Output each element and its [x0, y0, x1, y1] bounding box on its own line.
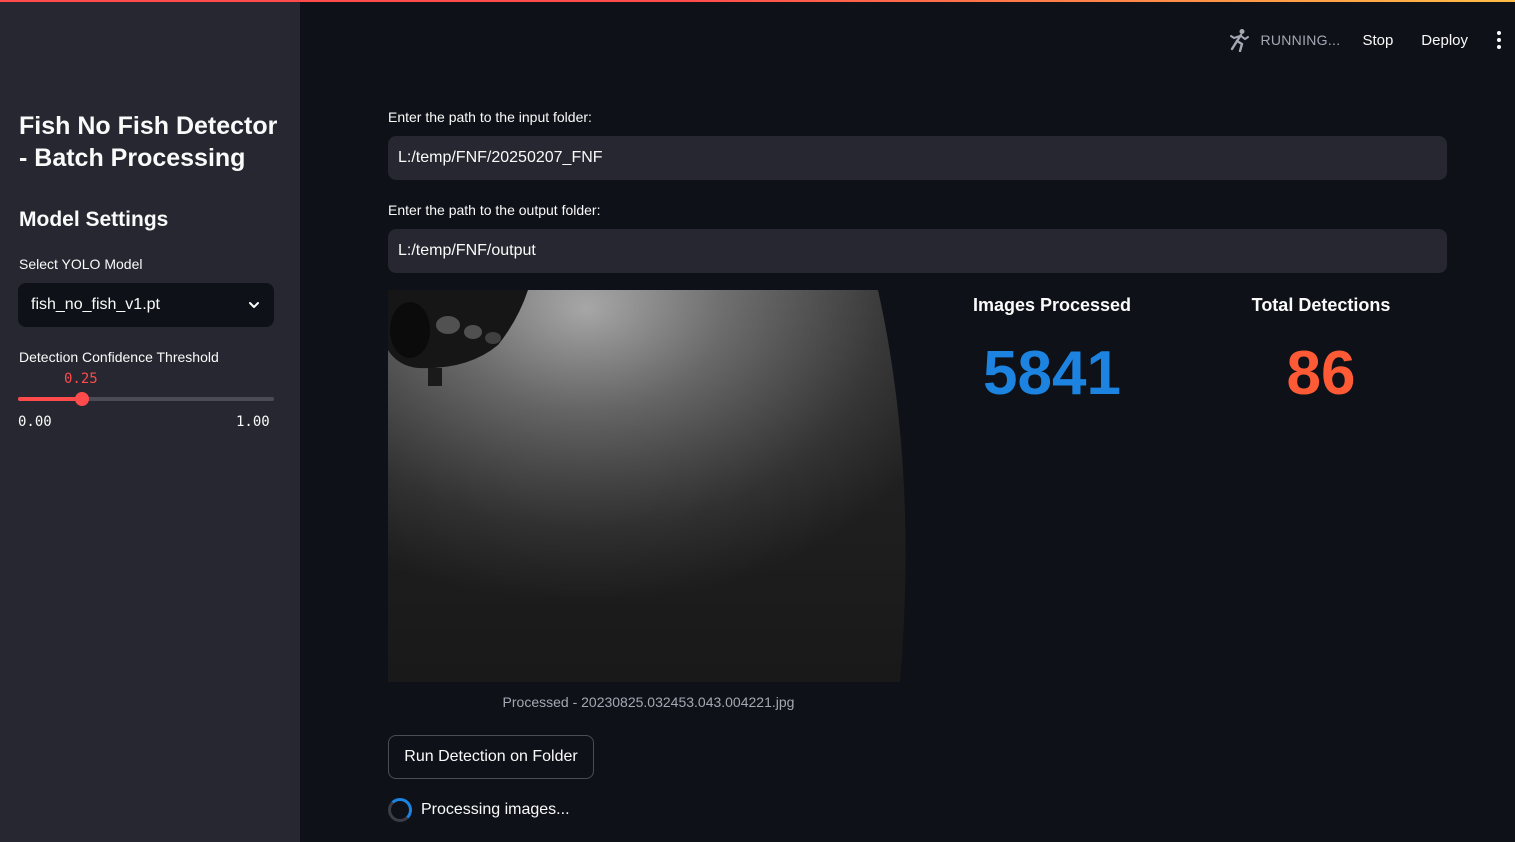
run-detection-button[interactable]: Run Detection on Folder — [388, 735, 594, 779]
confidence-slider[interactable] — [18, 392, 274, 406]
output-folder-label: Enter the path to the output folder: — [388, 202, 601, 218]
toolbar: RUNNING... Stop Deploy — [1228, 28, 1515, 52]
image-caption: Processed - 20230825.032453.043.004221.j… — [502, 694, 795, 710]
input-folder-field[interactable] — [388, 136, 1447, 180]
slider-max-label: 1.00 — [236, 414, 270, 430]
running-status-text: RUNNING... — [1260, 32, 1341, 48]
processed-image — [388, 290, 909, 682]
running-status: RUNNING... — [1228, 28, 1340, 52]
total-detections-value: 86 — [1286, 339, 1356, 408]
images-processed-label: Images Processed — [972, 295, 1132, 315]
slider-min-label: 0.00 — [18, 414, 52, 430]
images-processed-value: 5841 — [983, 339, 1121, 408]
model-select-value: fish_no_fish_v1.pt — [31, 296, 160, 313]
slider-current-value: 0.25 — [64, 371, 98, 387]
confidence-label: Detection Confidence Threshold — [19, 349, 219, 365]
app-title: Fish No Fish Detector - Batch Processing — [19, 112, 278, 172]
spinner-icon — [388, 798, 412, 822]
processing-status: Processing images... — [388, 798, 570, 822]
underwater-camera-image — [388, 290, 909, 682]
model-settings-heading: Model Settings — [19, 208, 169, 231]
model-select[interactable]: fish_no_fish_v1.pt — [18, 283, 274, 327]
slider-fill — [18, 397, 82, 401]
input-folder-label: Enter the path to the input folder: — [388, 109, 592, 125]
running-man-icon — [1230, 29, 1250, 52]
chevron-down-icon — [249, 302, 259, 308]
total-detections-label: Total Detections — [1251, 295, 1391, 315]
slider-thumb[interactable] — [75, 392, 89, 406]
top-decoration-bar — [0, 0, 1515, 2]
sidebar: Fish No Fish Detector - Batch Processing… — [0, 0, 300, 842]
deploy-button[interactable]: Deploy — [1421, 32, 1468, 49]
kebab-menu-icon[interactable] — [1496, 31, 1502, 49]
stop-button[interactable]: Stop — [1362, 32, 1393, 49]
model-select-label: Select YOLO Model — [19, 256, 143, 272]
processing-status-text: Processing images... — [421, 801, 570, 818]
output-folder-field[interactable] — [388, 229, 1447, 273]
